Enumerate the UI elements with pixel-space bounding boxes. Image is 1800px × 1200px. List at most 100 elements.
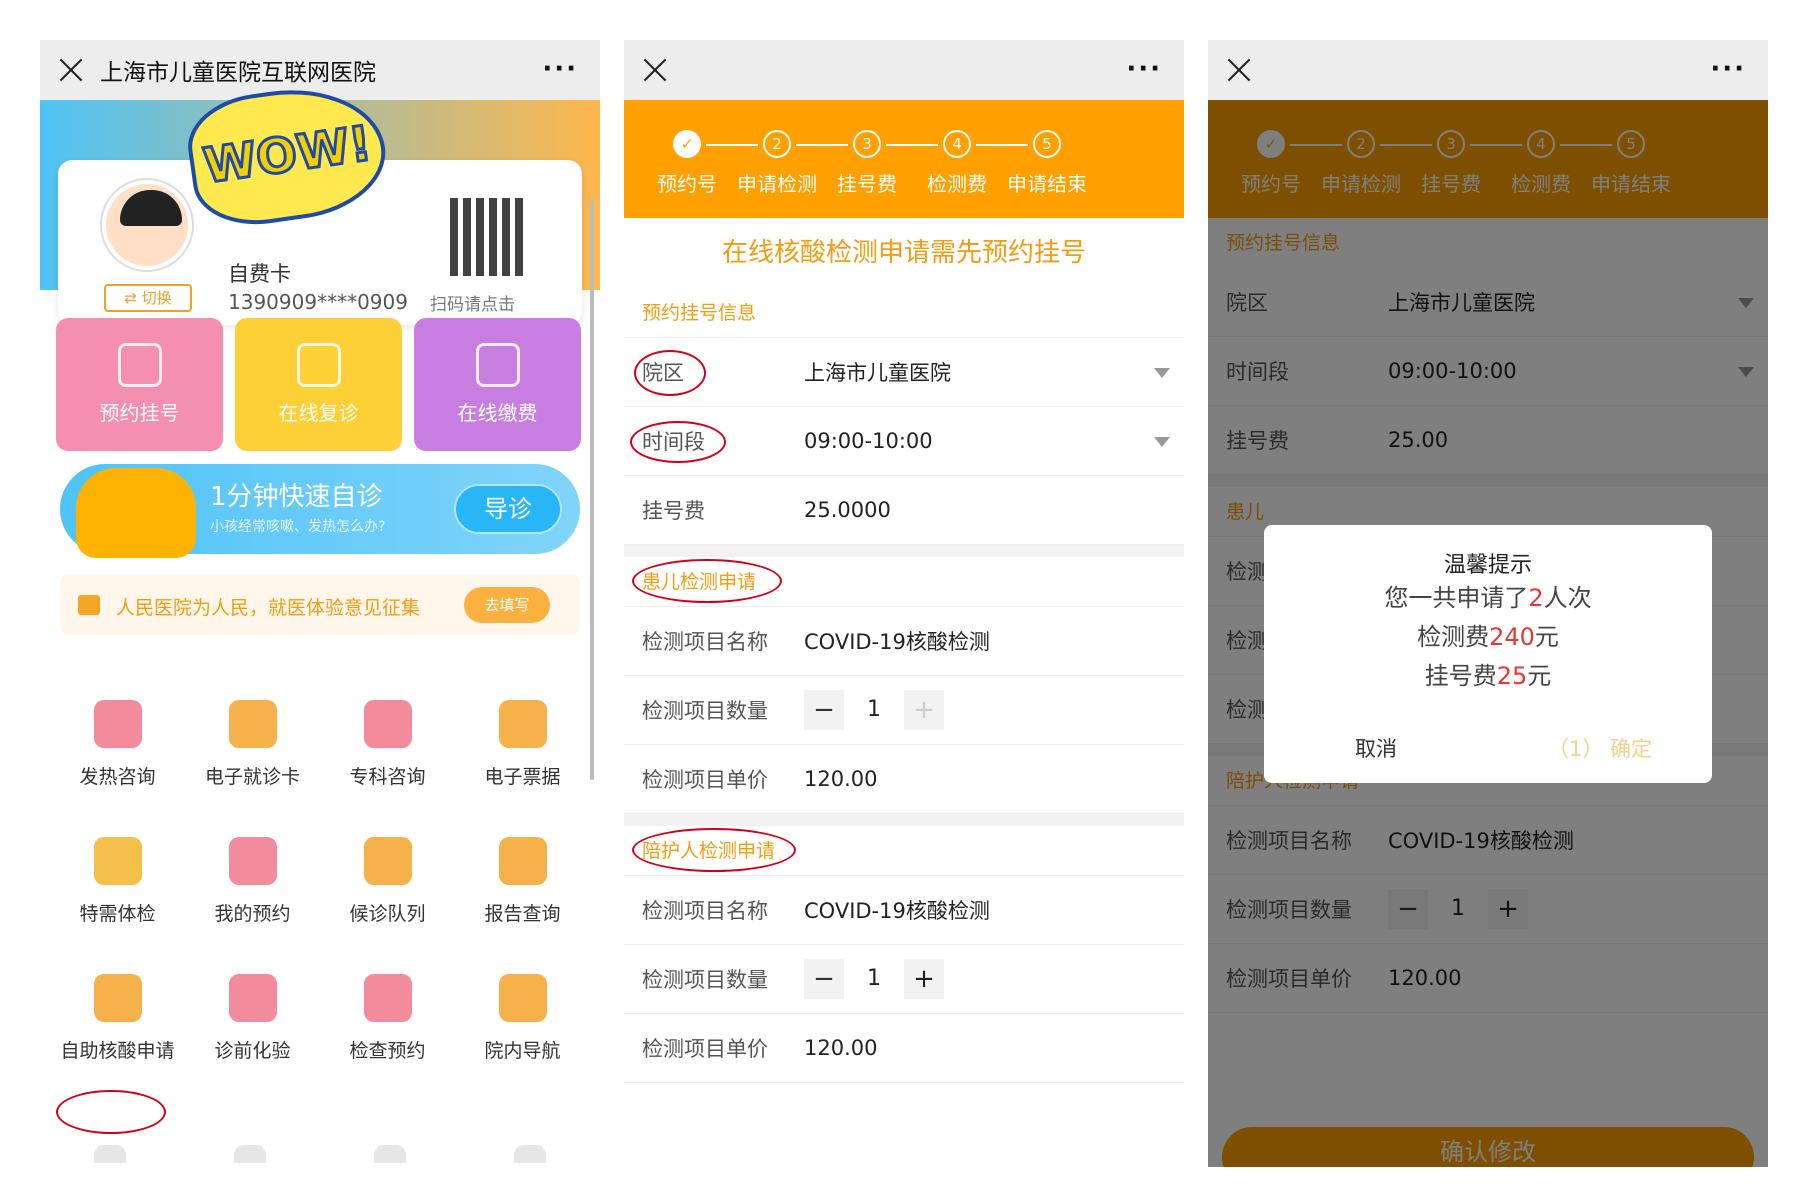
service-grid: 发热咨询 电子就诊卡 专科咨询 电子票据特需体检 我的预约 候诊队列 报告查询自助核酸申请 诊… <box>50 700 590 1063</box>
service-item[interactable]: 诊前化验 <box>185 974 320 1063</box>
section-child: 患儿检测申请 <box>624 557 1184 607</box>
switch-button[interactable]: ⇄ 切换 <box>104 284 192 312</box>
self-diagnosis-banner[interactable]: 1分钟快速自诊 小孩经常咳嗽、发热怎么办? 导诊 <box>60 464 580 558</box>
qr-code-icon[interactable] <box>450 198 528 276</box>
fee-row: 挂号费 25.0000 <box>624 476 1184 545</box>
step-3: 3挂号费 <box>822 130 912 197</box>
service-item[interactable]: 特需体检 <box>50 837 185 926</box>
avatar <box>102 180 192 270</box>
flask-icon <box>228 974 277 1022</box>
phone-confirm: ··· ✓预约号2申请检测3挂号费4检测费5申请结束 预约挂号信息 院区上海市儿… <box>1208 40 1768 1167</box>
qty-value: 1 <box>844 690 904 730</box>
service-item[interactable]: 电子票据 <box>455 700 590 789</box>
book-icon <box>363 974 412 1022</box>
service-item[interactable]: 我的预约 <box>185 837 320 926</box>
chat-icon <box>498 837 547 885</box>
service-label: 电子票据 <box>484 766 561 788</box>
section-companion: 陪护人检测申请 <box>624 826 1184 876</box>
tab-home[interactable] <box>94 1145 126 1163</box>
companion-item-qty: 检测项目数量 −1 + <box>624 945 1184 1014</box>
tile-payment[interactable]: 在线缴费 <box>414 318 581 451</box>
minus-button[interactable]: − <box>804 690 844 730</box>
tab-4[interactable] <box>514 1145 546 1163</box>
home-plus-icon <box>228 837 277 885</box>
service-label: 报告查询 <box>484 903 561 925</box>
service-label: 专科咨询 <box>349 766 426 788</box>
service-label: 候诊队列 <box>349 903 426 925</box>
nurse-icon <box>363 700 412 748</box>
service-item[interactable]: 发热咨询 <box>50 700 185 789</box>
tab-bar <box>40 1145 600 1167</box>
notice-text: 人民医院为人民，就医体验意见征集 <box>116 597 421 619</box>
service-item[interactable]: 电子就诊卡 <box>185 700 320 789</box>
step-1: ✓预约号 <box>642 130 732 197</box>
highlight-ring <box>630 421 726 463</box>
modal-line-reg-fee: 挂号费25元 <box>1424 662 1552 690</box>
time-row[interactable]: 时间段09:00-10:00 <box>624 407 1184 476</box>
ok-button[interactable]: （1） 确定 <box>1488 733 1712 763</box>
title-bar: ··· <box>624 40 1184 100</box>
service-label: 我的预约 <box>214 903 291 925</box>
scrollbar[interactable] <box>590 200 594 780</box>
service-item[interactable]: 检查预约 <box>320 974 455 1063</box>
child-item-price: 检测项目单价 120.00 <box>624 745 1184 814</box>
compass-icon <box>498 974 547 1022</box>
service-item[interactable]: 报告查询 <box>455 837 590 926</box>
tip-modal: 温馨提示 您一共申请了2人次 检测费240元 挂号费25元 取消 （1） 确定 <box>1264 525 1712 783</box>
banner-title: 1分钟快速自诊 <box>210 482 383 512</box>
doctor-icon <box>296 343 341 387</box>
tab-3[interactable] <box>374 1145 406 1163</box>
scooter-illustration-icon <box>76 468 196 558</box>
qr-label: 扫码请点击 <box>430 295 515 315</box>
phone-apply: ··· ✓ 预约号 2 申请检测 3 挂号费 4 检测费 5 申请结束 在线核酸检测申请需先预约挂… <box>624 40 1184 1167</box>
modal-line-test-fee: 检测费240元 <box>1417 623 1559 651</box>
service-label: 院内导航 <box>484 1040 561 1062</box>
service-item[interactable]: 专科咨询 <box>320 700 455 789</box>
service-item[interactable]: 候诊队列 <box>320 837 455 926</box>
triage-button[interactable]: 导诊 <box>454 484 562 534</box>
service-label: 检查预约 <box>349 1040 426 1062</box>
minus-button[interactable]: − <box>804 959 844 999</box>
dropdown-icon[interactable] <box>1154 437 1170 447</box>
checkup-icon <box>93 837 142 885</box>
cancel-button[interactable]: 取消 <box>1264 733 1488 763</box>
close-icon[interactable] <box>1226 57 1252 83</box>
doctor-icon <box>93 700 142 748</box>
plus-button[interactable]: + <box>904 959 944 999</box>
highlight-ring <box>56 1090 166 1134</box>
survey-icon <box>78 595 100 615</box>
more-icon[interactable]: ··· <box>1126 54 1162 84</box>
step-5: 5申请结束 <box>1002 130 1092 197</box>
fill-in-button[interactable]: 去填写 <box>464 587 550 623</box>
card-number: 1390909****0909 <box>228 290 408 314</box>
list-icon <box>363 837 412 885</box>
companion-item-name: 检测项目名称 COVID-19核酸检测 <box>624 876 1184 945</box>
card-type: 自费卡 <box>228 262 291 286</box>
service-label: 电子就诊卡 <box>204 766 300 788</box>
service-label: 自助核酸申请 <box>60 1040 175 1062</box>
close-icon[interactable] <box>642 57 668 83</box>
service-label: 特需体检 <box>79 903 156 925</box>
service-item[interactable]: 自助核酸申请 <box>50 974 185 1063</box>
tile-revisit[interactable]: 在线复诊 <box>235 318 402 451</box>
section-booking: 预约挂号信息 <box>624 288 1184 338</box>
highlight-ring <box>632 828 796 872</box>
dropdown-icon[interactable] <box>1154 368 1170 378</box>
banner-subtitle: 小孩经常咳嗽、发热怎么办? <box>210 519 386 535</box>
title-bar: 上海市儿童医院互联网医院 ··· <box>40 40 600 100</box>
tab-2[interactable] <box>234 1145 266 1163</box>
service-label: 发热咨询 <box>79 766 156 788</box>
tile-appointment[interactable]: 预约挂号 <box>56 318 223 451</box>
headline: 在线核酸检测申请需先预约挂号 <box>721 238 1086 268</box>
calendar-icon <box>117 343 162 387</box>
main-tiles: 预约挂号 在线复诊 在线缴费 <box>56 318 581 451</box>
yuan-icon <box>475 343 520 387</box>
service-item[interactable]: 院内导航 <box>455 974 590 1063</box>
plus-button[interactable]: + <box>904 690 944 730</box>
campus-row[interactable]: 院区上海市儿童医院 <box>624 338 1184 407</box>
service-label: 诊前化验 <box>214 1040 291 1062</box>
check-icon: ✓ <box>673 130 701 158</box>
more-icon[interactable]: ··· <box>1710 54 1746 84</box>
more-icon[interactable]: ··· <box>542 54 578 84</box>
close-icon[interactable] <box>58 57 84 83</box>
